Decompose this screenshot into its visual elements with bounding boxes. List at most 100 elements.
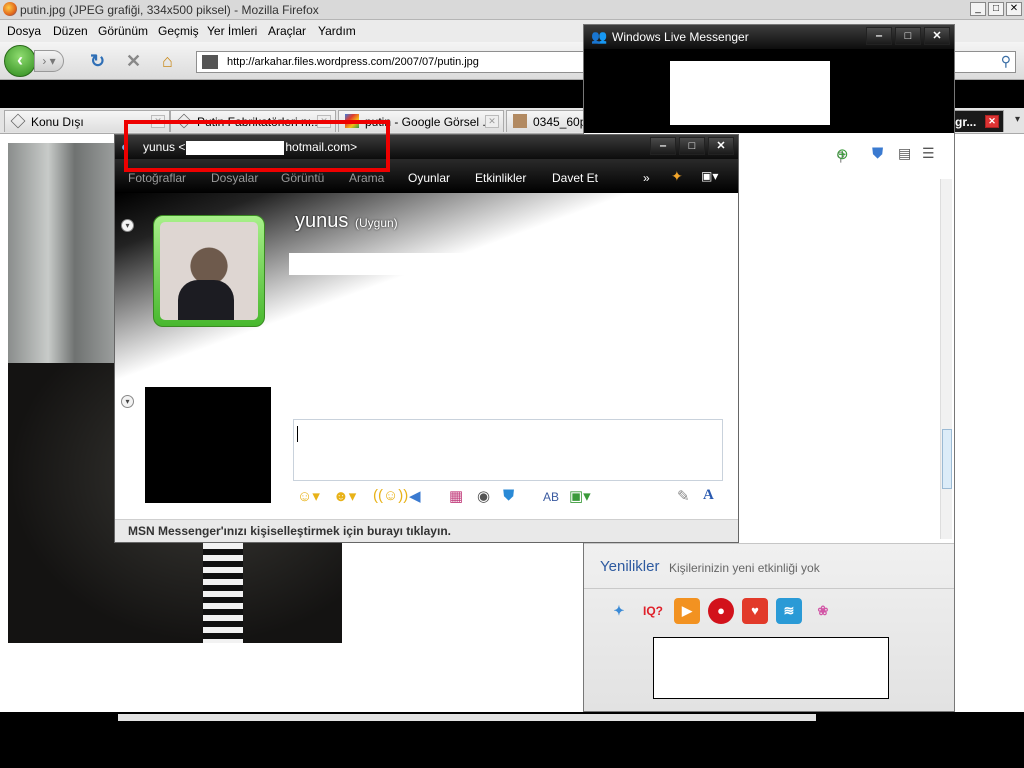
settings-dropdown-icon[interactable]: ▣▾ [701, 169, 718, 183]
close-button[interactable]: ✕ [1006, 2, 1022, 16]
buddy-avatar[interactable] [153, 215, 265, 327]
url-text[interactable]: http://arkahar.files.wordpress.com/2007/… [227, 56, 479, 68]
message-input[interactable] [293, 419, 723, 481]
personalize-link[interactable]: MSN Messenger'ınızı kişiselleştirmek içi… [128, 524, 451, 538]
divider [584, 588, 954, 589]
layout-icon[interactable]: ▤ [898, 145, 911, 162]
nudge-icon[interactable]: ((☺)) [373, 487, 408, 504]
conversation-close-button[interactable]: ✕ [708, 137, 734, 155]
tab-active-image[interactable]: gr... ✕ [950, 110, 1004, 132]
toolbar-dosyalar[interactable]: Dosyalar [211, 171, 258, 185]
menu-gecmis[interactable]: Geçmiş [158, 24, 199, 38]
share-icon[interactable]: ▣▾ [569, 487, 591, 505]
reload-icon[interactable]: ↻ [90, 51, 105, 71]
toolbar-fotograflar[interactable]: Fotoğraflar [128, 171, 186, 185]
handwriting-icon[interactable]: ✎ [677, 487, 690, 505]
background-icon[interactable]: ▦ [449, 487, 463, 505]
minimize-button[interactable]: _ [970, 2, 986, 16]
news-subtitle: Kişilerinizin yeni etkinliği yok [669, 561, 820, 575]
add-contact-icon[interactable]: ⊕ [836, 145, 849, 163]
toolbar-arama[interactable]: Arama [349, 171, 384, 185]
site-favicon-icon [202, 55, 218, 69]
home-icon[interactable]: ⌂ [162, 51, 173, 71]
tab-0345[interactable]: 0345_60p [506, 110, 590, 132]
conversation-maximize-button[interactable]: □ [679, 137, 705, 155]
buddy-name: yunus [295, 210, 349, 232]
redacted-box [670, 61, 830, 125]
tab-close-icon[interactable]: ✕ [151, 115, 165, 128]
emoticon-icon[interactable]: ☺▾ [297, 487, 320, 505]
menu-dosya[interactable]: Dosya [7, 24, 41, 38]
tab-close-icon[interactable]: ✕ [985, 115, 999, 128]
tab-close-icon[interactable]: ✕ [485, 115, 499, 128]
wlm-maximize-button[interactable]: □ [895, 27, 921, 45]
tab-close-icon[interactable]: ✕ [317, 115, 331, 128]
ad-box[interactable] [653, 637, 889, 699]
wink-icon[interactable]: ✦ [671, 168, 683, 185]
horizontal-scrollbar[interactable] [118, 714, 816, 721]
conversation-title: yunus < hotmail.com> [143, 140, 357, 155]
toolbar-goruntu[interactable]: Görüntü [281, 171, 324, 185]
wlm-minimize-button[interactable]: ‒ [866, 27, 892, 45]
toolbar-etkinlikler[interactable]: Etkinlikler [475, 171, 526, 185]
firefox-title-bar: putin.jpg (JPEG grafiği, 334x500 piksel)… [0, 0, 1024, 20]
redacted-email [186, 140, 285, 155]
font-icon[interactable]: A [703, 487, 714, 504]
tab-google-gorsel[interactable]: putin - Google Görsel ... ✕ [338, 110, 504, 132]
menu-yer-imleri[interactable]: Yer İmleri [207, 24, 257, 38]
play-icon[interactable]: ▶ [674, 598, 700, 624]
voice-clip-icon[interactable]: ◀ [409, 487, 421, 505]
coca-cola-icon[interactable]: ● [708, 598, 734, 624]
tab-putin-fabrikatorleri[interactable]: Putin Fabrikatörleri nı... ✕ [170, 110, 336, 132]
tab-label: Putin Fabrikatörleri nı... [197, 115, 322, 129]
menu-duzen[interactable]: Düzen [53, 24, 88, 38]
back-button[interactable]: ‹ [4, 45, 36, 77]
shield-icon[interactable]: ⛊ [872, 145, 883, 162]
toolbar-davet-et[interactable]: Davet Et [552, 171, 598, 185]
conversation-window-buttons: ‒ □ ✕ [650, 137, 734, 155]
toolbar-more-button[interactable]: » [643, 171, 650, 185]
buddy-status: (Uygun) [355, 216, 398, 230]
news-title[interactable]: Yenilikler [600, 558, 659, 575]
wlm-close-button[interactable]: ✕ [924, 27, 950, 45]
iq-game-icon[interactable]: IQ? [640, 598, 666, 624]
wlm-title-bar: 👥 Windows Live Messenger ‒ □ ✕ [584, 25, 954, 49]
scrollbar-thumb[interactable] [942, 429, 952, 489]
self-avatar-redacted[interactable] [145, 387, 271, 503]
menu-yardim[interactable]: Yardım [318, 24, 356, 38]
tab-label: gr... [955, 115, 977, 129]
conversation-minimize-button[interactable]: ‒ [650, 137, 676, 155]
menu-gorunum[interactable]: Görünüm [98, 24, 148, 38]
tab-list-chevron-down-icon[interactable]: ▾ [1015, 114, 1020, 125]
collapse-chevron-down-icon[interactable]: ▾ [121, 395, 134, 408]
wink-emoticon-icon[interactable]: ☻▾ [333, 487, 356, 505]
stop-icon[interactable]: ✕ [126, 51, 141, 71]
spell-check-icon[interactable]: AB [543, 490, 559, 504]
title-suffix: hotmail.com> [285, 140, 358, 154]
wlm-profile-area-redacted [584, 49, 954, 133]
hearts-icon[interactable]: ♥ [742, 598, 768, 624]
maximize-button[interactable]: □ [988, 2, 1004, 16]
menu-icon[interactable]: ☰ [922, 145, 935, 162]
messenger-buddy-icon: 👥 [591, 29, 608, 44]
sound-icon[interactable]: ◉ [477, 487, 490, 505]
cat-icon[interactable]: ❀ [810, 598, 836, 624]
wlm-window-title: Windows Live Messenger [612, 30, 749, 44]
tab-konu-disi[interactable]: Konu Dışı ✕ [4, 110, 170, 132]
messenger-buddy-icon: ● [121, 139, 129, 154]
forward-button[interactable]: › ▾ [34, 50, 64, 72]
search-icon[interactable]: ⚲ [1001, 53, 1011, 70]
format-toolbar: ☺▾ ☻▾ ((☺)) ◀ ▦ ◉ ⛊ AB ▣▾ ✎ A [293, 483, 723, 513]
contact-list-scrollbar[interactable] [940, 179, 952, 539]
wifi-icon[interactable]: ≋ [776, 598, 802, 624]
collapse-chevron-down-icon[interactable]: ▾ [121, 219, 134, 232]
tab-label: 0345_60p [533, 115, 587, 129]
toolbar-oyunlar[interactable]: Oyunlar [408, 171, 450, 185]
butterfly-icon[interactable]: ✦ [606, 598, 632, 624]
activity-icon[interactable]: ⛊ [503, 487, 514, 504]
menu-araclar[interactable]: Araçlar [268, 24, 306, 38]
conversation-footer[interactable]: MSN Messenger'ınızı kişiselleştirmek içi… [115, 519, 738, 542]
google-icon [345, 114, 359, 128]
text-cursor [297, 426, 298, 442]
title-prefix: yunus < [143, 140, 186, 154]
